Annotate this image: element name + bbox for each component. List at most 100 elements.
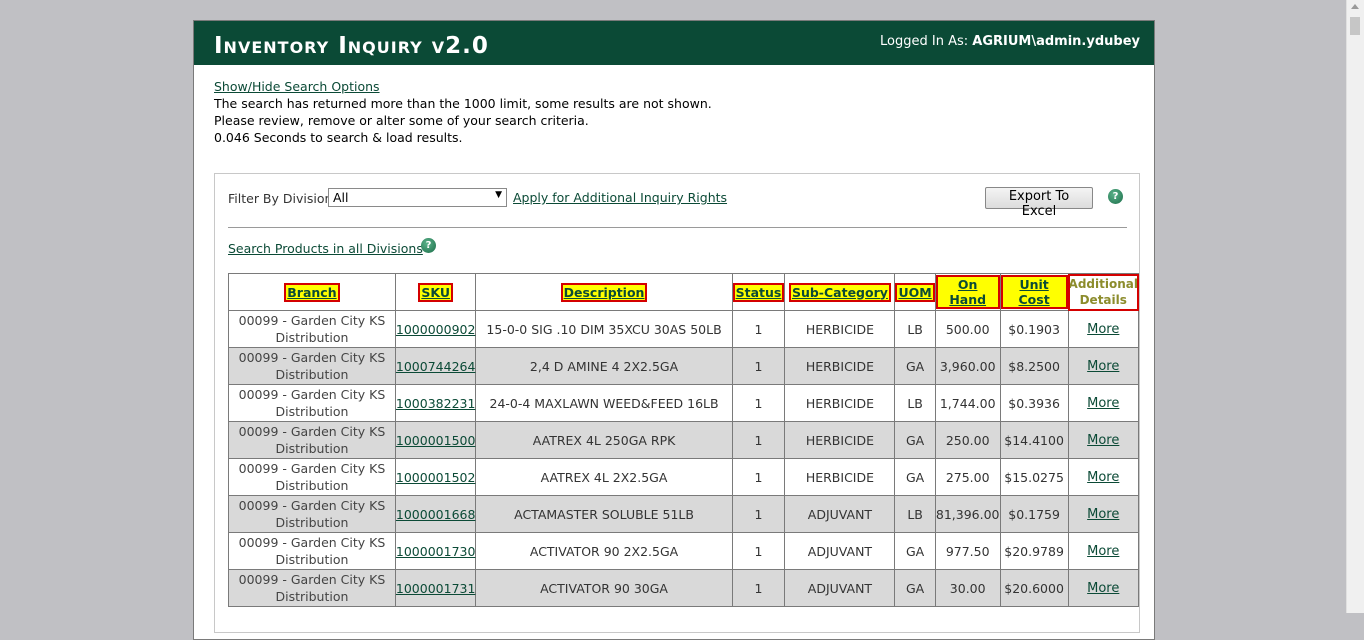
- branch-cell: 00099 - Garden City KS Distribution: [228, 458, 396, 496]
- col-status[interactable]: Status: [731, 273, 786, 311]
- vertical-scrollbar[interactable]: [1346, 0, 1364, 613]
- search-all-divisions-link[interactable]: Search Products in all Divisions: [228, 241, 423, 256]
- sku-link[interactable]: 1000001668: [396, 507, 476, 522]
- more-details-link[interactable]: More: [1087, 433, 1119, 448]
- table-body: 00099 - Garden City KS Distribution 10000…: [228, 310, 1140, 607]
- sku-cell[interactable]: 1000001730: [394, 532, 477, 570]
- sub-category-cell: HERBICIDE: [784, 458, 896, 496]
- app-window: Inventory Inquiry v2.0 Logged In As: AGR…: [193, 20, 1155, 640]
- app-header: Inventory Inquiry v2.0 Logged In As: AGR…: [194, 21, 1154, 65]
- show-hide-search-options-link[interactable]: Show/Hide Search Options: [214, 78, 1154, 95]
- sku-link[interactable]: 1000000902: [396, 322, 476, 337]
- branch-cell: 00099 - Garden City KS Distribution: [228, 495, 396, 533]
- scroll-up-arrow-icon[interactable]: [1351, 4, 1359, 9]
- table-row: 00099 - Garden City KS Distribution 10007…: [228, 347, 1140, 385]
- uom-cell: GA: [894, 569, 936, 607]
- more-details-link[interactable]: More: [1087, 322, 1119, 337]
- inventory-table: Branch SKU Description Status Sub-Catego…: [228, 273, 1140, 607]
- status-cell: 1: [731, 347, 786, 385]
- status-cell: 1: [731, 569, 786, 607]
- more-details-link[interactable]: More: [1087, 396, 1119, 411]
- col-description[interactable]: Description: [475, 273, 733, 311]
- review-message: Please review, remove or alter some of y…: [214, 113, 589, 128]
- col-additional-details: Additional Details: [1067, 273, 1140, 311]
- col-unit-cost[interactable]: Unit Cost: [999, 273, 1069, 311]
- login-label: Logged In As:: [880, 34, 969, 49]
- on-hand-cell: 977.50: [934, 532, 1001, 570]
- col-sku[interactable]: SKU: [394, 273, 477, 311]
- sub-category-cell: HERBICIDE: [784, 421, 896, 459]
- status-cell: 1: [731, 384, 786, 422]
- sku-cell[interactable]: 1000001668: [394, 495, 477, 533]
- col-sub-category[interactable]: Sub-Category: [784, 273, 896, 311]
- table-row: 00099 - Garden City KS Distribution 10000…: [228, 532, 1140, 570]
- description-cell: 24-0-4 MAXLAWN WEED&FEED 16LB: [475, 384, 733, 422]
- more-cell[interactable]: More: [1067, 421, 1140, 459]
- more-details-link[interactable]: More: [1087, 581, 1119, 596]
- more-details-link[interactable]: More: [1087, 507, 1119, 522]
- unit-cost-cell: $0.1903: [999, 310, 1069, 348]
- more-cell[interactable]: More: [1067, 495, 1140, 533]
- app-title: Inventory Inquiry v2.0: [214, 33, 489, 59]
- export-to-excel-button[interactable]: Export To Excel: [985, 187, 1093, 219]
- sku-cell[interactable]: 1000001502: [394, 458, 477, 496]
- more-cell[interactable]: More: [1067, 347, 1140, 385]
- sku-cell[interactable]: 1000744264: [394, 347, 477, 385]
- branch-cell: 00099 - Garden City KS Distribution: [228, 347, 396, 385]
- unit-cost-cell: $14.4100: [999, 421, 1069, 459]
- login-user: AGRIUM\admin.ydubey: [972, 34, 1140, 49]
- division-select-value: All: [333, 190, 349, 205]
- more-cell[interactable]: More: [1067, 458, 1140, 496]
- sub-category-cell: ADJUVANT: [784, 569, 896, 607]
- search-messages: Show/Hide Search Options The search has …: [194, 65, 1154, 146]
- more-details-link[interactable]: More: [1087, 470, 1119, 485]
- scroll-thumb[interactable]: [1350, 17, 1360, 35]
- uom-cell: LB: [894, 495, 936, 533]
- description-cell: AATREX 4L 250GA RPK: [475, 421, 733, 459]
- description-cell: 2,4 D AMINE 4 2X2.5GA: [475, 347, 733, 385]
- sku-cell[interactable]: 1000001731: [394, 569, 477, 607]
- question-circle-icon[interactable]: ?: [1108, 189, 1123, 204]
- uom-cell: LB: [894, 384, 936, 422]
- more-cell[interactable]: More: [1067, 310, 1140, 348]
- col-uom[interactable]: UOM: [894, 273, 936, 311]
- filter-division-label: Filter By Division:: [228, 191, 337, 206]
- sku-link[interactable]: 1000001500: [396, 433, 476, 448]
- uom-cell: GA: [894, 458, 936, 496]
- sku-link[interactable]: 1000001731: [396, 581, 476, 596]
- apply-inquiry-rights-link[interactable]: Apply for Additional Inquiry Rights: [513, 190, 727, 205]
- sub-category-cell: ADJUVANT: [784, 532, 896, 570]
- division-select[interactable]: All ▼: [328, 188, 507, 207]
- description-cell: ACTIVATOR 90 30GA: [475, 569, 733, 607]
- results-panel: Filter By Division: All ▼ Apply for Addi…: [214, 173, 1140, 633]
- description-cell: ACTIVATOR 90 2X2.5GA: [475, 532, 733, 570]
- sku-link[interactable]: 1000382231: [396, 396, 476, 411]
- col-on-hand[interactable]: On Hand: [934, 273, 1001, 311]
- sku-link[interactable]: 1000001730: [396, 544, 476, 559]
- uom-cell: GA: [894, 347, 936, 385]
- sku-cell[interactable]: 1000001500: [394, 421, 477, 459]
- sub-category-cell: HERBICIDE: [784, 347, 896, 385]
- on-hand-cell: 1,744.00: [934, 384, 1001, 422]
- table-row: 00099 - Garden City KS Distribution 10000…: [228, 421, 1140, 459]
- uom-cell: GA: [894, 532, 936, 570]
- description-cell: AATREX 4L 2X2.5GA: [475, 458, 733, 496]
- more-details-link[interactable]: More: [1087, 544, 1119, 559]
- sub-category-cell: HERBICIDE: [784, 384, 896, 422]
- dropdown-arrow-icon: ▼: [495, 190, 502, 200]
- table-row: 00099 - Garden City KS Distribution 10003…: [228, 384, 1140, 422]
- more-cell[interactable]: More: [1067, 569, 1140, 607]
- sku-cell[interactable]: 1000382231: [394, 384, 477, 422]
- branch-cell: 00099 - Garden City KS Distribution: [228, 310, 396, 348]
- status-cell: 1: [731, 421, 786, 459]
- more-cell[interactable]: More: [1067, 532, 1140, 570]
- unit-cost-cell: $15.0275: [999, 458, 1069, 496]
- question-circle-icon[interactable]: ?: [421, 238, 436, 253]
- sku-link[interactable]: 1000001502: [396, 470, 476, 485]
- more-cell[interactable]: More: [1067, 384, 1140, 422]
- login-info: Logged In As: AGRIUM\admin.ydubey: [880, 34, 1140, 49]
- sku-cell[interactable]: 1000000902: [394, 310, 477, 348]
- more-details-link[interactable]: More: [1087, 359, 1119, 374]
- sku-link[interactable]: 1000744264: [396, 359, 476, 374]
- col-branch[interactable]: Branch: [228, 273, 396, 311]
